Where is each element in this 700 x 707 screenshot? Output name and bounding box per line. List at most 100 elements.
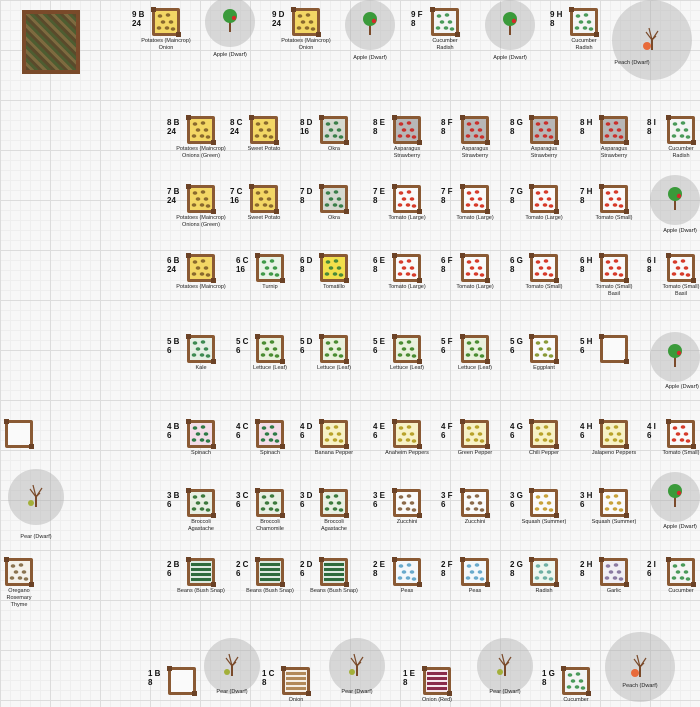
bed-4b[interactable]	[186, 419, 216, 449]
bed-6i[interactable]	[666, 253, 696, 283]
bed-3h[interactable]	[599, 488, 629, 518]
bed-label-2b: Beans (Bush Snap)	[177, 588, 225, 594]
bed-7b[interactable]	[186, 184, 216, 214]
lettuce-plant-icon	[465, 340, 485, 358]
bed-7d[interactable]	[319, 184, 349, 214]
bed-7f[interactable]	[460, 184, 490, 214]
bed-3c[interactable]	[255, 488, 285, 518]
bed-1e[interactable]	[422, 666, 452, 696]
tree-peach-8[interactable]	[605, 632, 675, 702]
tree-apple-1[interactable]	[345, 0, 395, 50]
bed-4d[interactable]	[319, 419, 349, 449]
bed-6b[interactable]	[186, 253, 216, 283]
bed-4c[interactable]	[255, 419, 285, 449]
bed-id-6i: 6 I 8	[647, 256, 656, 274]
bed-2e[interactable]	[392, 557, 422, 587]
bed-7h[interactable]	[599, 184, 629, 214]
tree-apple-7[interactable]	[650, 472, 700, 522]
bed-2c[interactable]	[255, 557, 285, 587]
bed-label-5d: Lettuce (Leaf)	[317, 365, 351, 371]
tree-label: Apple (Dwarf)	[663, 228, 697, 234]
bed-5h[interactable]	[599, 334, 629, 364]
bed-6c[interactable]	[255, 253, 285, 283]
bed-6d[interactable]	[319, 253, 349, 283]
strawberry-plant-icon	[604, 121, 624, 139]
bed-9d[interactable]	[291, 7, 321, 37]
bed-label-3e: Zucchini	[396, 519, 418, 525]
bed-2d[interactable]	[319, 557, 349, 587]
bed-2a[interactable]	[4, 557, 34, 587]
tree-pear-9[interactable]	[204, 638, 260, 694]
bed-9h[interactable]	[569, 7, 599, 37]
bed-label-4e: Anaheim Peppers	[385, 450, 429, 456]
bed-label-8h: Asparagus Strawberry	[600, 146, 628, 159]
bed-3d[interactable]	[319, 488, 349, 518]
bed-2f[interactable]	[460, 557, 490, 587]
bed-8b[interactable]	[186, 115, 216, 145]
bed-8h[interactable]	[599, 115, 629, 145]
bed-8i[interactable]	[666, 115, 696, 145]
tree-apple-2[interactable]	[485, 0, 535, 50]
bed-2g[interactable]	[529, 557, 559, 587]
potato-plant-icon	[191, 190, 211, 208]
bed-2i[interactable]	[666, 557, 696, 587]
tree-peach-3[interactable]	[612, 0, 692, 80]
tomato-plant-icon	[397, 259, 417, 277]
tree-pear-11[interactable]	[477, 638, 533, 694]
bed-id-2c: 2 C 6	[236, 560, 249, 578]
bed-8e[interactable]	[392, 115, 422, 145]
bed-8g[interactable]	[529, 115, 559, 145]
bed-5d[interactable]	[319, 334, 349, 364]
bed-label-2c: Beans (Bush Snap)	[246, 588, 294, 594]
bed-4g[interactable]	[529, 419, 559, 449]
bed-id-7g: 7 G 8	[510, 187, 523, 205]
bed-4h[interactable]	[599, 419, 629, 449]
bed-5g[interactable]	[529, 334, 559, 364]
bed-3f[interactable]	[460, 488, 490, 518]
bed-6g[interactable]	[529, 253, 559, 283]
tree-pear-6[interactable]	[8, 469, 64, 525]
bed-5f[interactable]	[460, 334, 490, 364]
bed-3g[interactable]	[529, 488, 559, 518]
bed-4f[interactable]	[460, 419, 490, 449]
bed-8d[interactable]	[319, 115, 349, 145]
bed-label-5c: Lettuce (Leaf)	[253, 365, 287, 371]
bed-1b[interactable]	[167, 666, 197, 696]
bed-id-3g: 3 G 6	[510, 491, 523, 509]
bed-6h[interactable]	[599, 253, 629, 283]
tree-apple-5[interactable]	[650, 332, 700, 382]
tree-label: Apple (Dwarf)	[493, 55, 527, 61]
bed-id-9f: 9 F 8	[411, 10, 423, 28]
tree-pear-10[interactable]	[329, 638, 385, 694]
bed-label-6f: Tomato (Large)	[456, 284, 494, 290]
tree-apple-0[interactable]	[205, 0, 255, 47]
bed-5c[interactable]	[255, 334, 285, 364]
bed-7e[interactable]	[392, 184, 422, 214]
bed-9f[interactable]	[430, 7, 460, 37]
bed-id-5e: 5 E 6	[373, 337, 386, 355]
bed-8c[interactable]	[249, 115, 279, 145]
bed-5e[interactable]	[392, 334, 422, 364]
bed-label-1c: Onion	[288, 697, 304, 703]
bed-4e[interactable]	[392, 419, 422, 449]
bed-3e[interactable]	[392, 488, 422, 518]
bed-9b[interactable]	[151, 7, 181, 37]
bed-1g[interactable]	[561, 666, 591, 696]
bed-id-8i: 8 I 8	[647, 118, 656, 136]
bed-4i[interactable]	[666, 419, 696, 449]
bed-7c[interactable]	[249, 184, 279, 214]
bed-id-8b: 8 B 24	[167, 118, 180, 136]
bed-2h[interactable]	[599, 557, 629, 587]
bed-4a[interactable]	[4, 419, 34, 449]
tree-apple-4[interactable]	[650, 175, 700, 225]
bed-label-7g: Tomato (Large)	[525, 215, 563, 221]
bed-3b[interactable]	[186, 488, 216, 518]
bed-6f[interactable]	[460, 253, 490, 283]
bed-1c[interactable]	[281, 666, 311, 696]
compost-bin[interactable]	[22, 10, 80, 74]
bed-8f[interactable]	[460, 115, 490, 145]
bed-2b[interactable]	[186, 557, 216, 587]
bed-6e[interactable]	[392, 253, 422, 283]
bed-7g[interactable]	[529, 184, 559, 214]
bed-5b[interactable]	[186, 334, 216, 364]
